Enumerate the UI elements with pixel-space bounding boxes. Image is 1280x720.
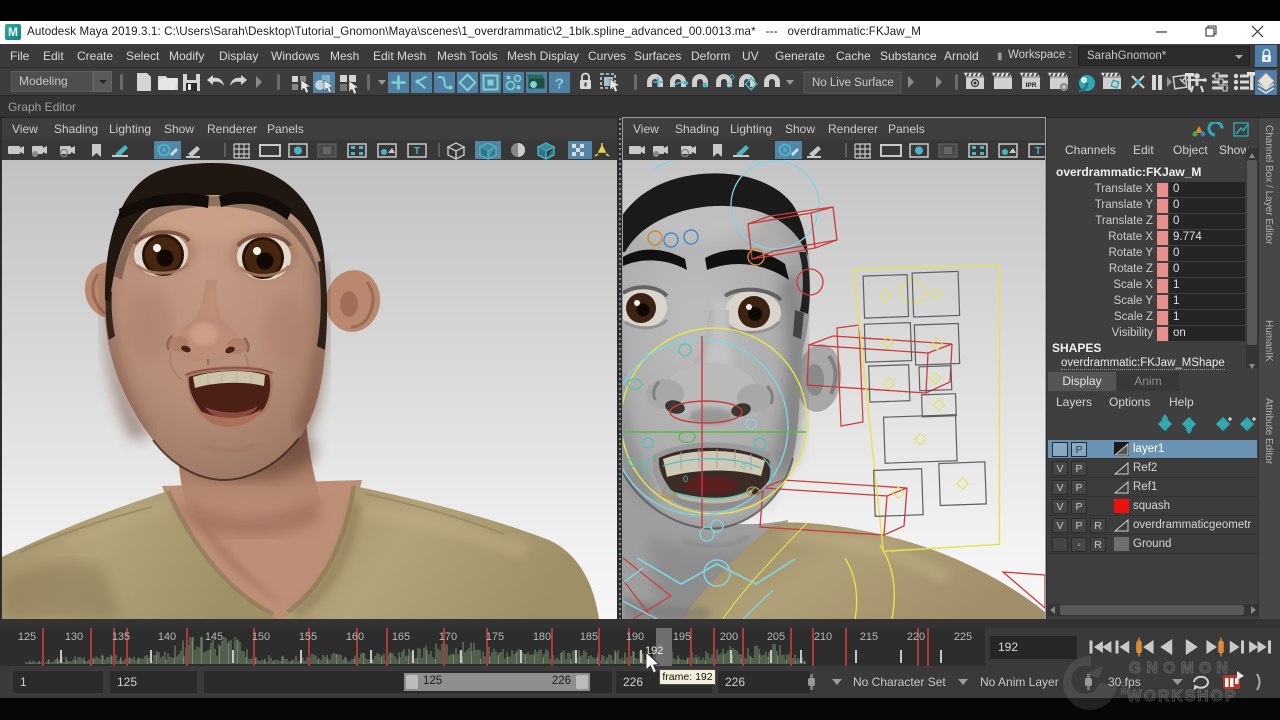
svg-text:160: 160	[346, 631, 364, 643]
svg-text:185: 185	[580, 631, 598, 643]
svg-text:T: T	[414, 146, 420, 157]
svg-text:145: 145	[205, 631, 223, 643]
svg-text:125: 125	[18, 631, 36, 643]
svg-text:135: 135	[112, 631, 130, 643]
svg-text:130: 130	[65, 631, 83, 643]
svg-text:No Anim Layer: No Anim Layer	[980, 675, 1059, 689]
svg-text:170: 170	[439, 631, 457, 643]
svg-text:180: 180	[533, 631, 551, 643]
svg-text:205: 205	[767, 631, 785, 643]
svg-text:140: 140	[158, 631, 176, 643]
svg-text:210: 210	[814, 631, 832, 643]
svg-text:No Character Set: No Character Set	[853, 675, 946, 689]
svg-text:195: 195	[673, 631, 691, 643]
svg-text:220: 220	[907, 631, 925, 643]
svg-text:175: 175	[486, 631, 504, 643]
svg-text:190: 190	[626, 631, 644, 643]
svg-text:0: 0	[639, 459, 644, 469]
svg-text:200: 200	[720, 631, 738, 643]
svg-text:0: 0	[683, 474, 688, 484]
svg-text:165: 165	[392, 631, 410, 643]
svg-text:GNOMON: GNOMON	[1129, 660, 1233, 677]
svg-text:225: 225	[954, 631, 972, 643]
svg-text:155: 155	[299, 631, 317, 643]
svg-text:WORKSHOP: WORKSHOP	[1127, 688, 1238, 705]
svg-text:150: 150	[252, 631, 270, 643]
svg-text:T: T	[1035, 146, 1041, 157]
svg-text:215: 215	[860, 631, 878, 643]
